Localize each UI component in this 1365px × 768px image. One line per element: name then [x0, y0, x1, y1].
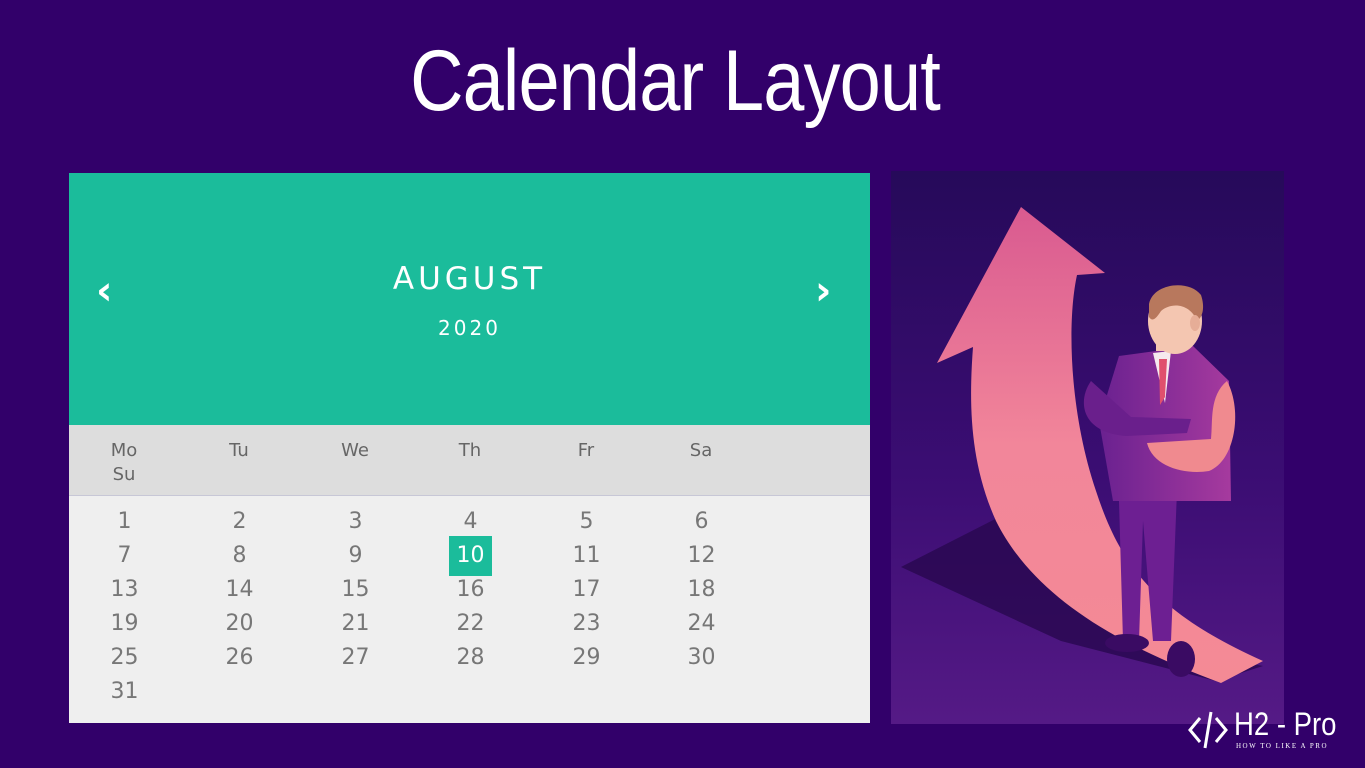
days-grid: 1 2 3 4 5 6 7 8 9 10 11 12 13 14 15 16 1…	[69, 496, 870, 723]
day-cell[interactable]: 29	[565, 638, 608, 678]
weekday-label: We	[341, 440, 369, 461]
weekday-label: Tu	[229, 440, 249, 461]
day-cell[interactable]: 26	[218, 638, 261, 678]
month-name: AUGUST	[392, 261, 547, 297]
chevron-right-icon: ›	[815, 268, 832, 314]
weekday-label: Su	[112, 464, 136, 485]
year-label: 2020	[438, 316, 501, 340]
logo-tagline: HOW TO LIKE A PRO	[1236, 742, 1329, 750]
weekday-label: Sa	[689, 440, 713, 461]
code-brackets-icon	[1188, 711, 1228, 749]
weekday-label: Th	[458, 440, 482, 461]
day-cell[interactable]: 31	[103, 672, 146, 712]
next-month-button[interactable]: ›	[815, 271, 831, 311]
logo-text: H2 - Pro	[1234, 706, 1337, 742]
h2-pro-logo: H2 - Pro HOW TO LIKE A PRO	[1186, 702, 1354, 758]
illustration-graphic	[891, 171, 1284, 724]
day-cell[interactable]: 30	[680, 638, 723, 678]
weekday-header: Mo Tu We Th Fr Sa Su	[69, 425, 870, 496]
day-cell[interactable]: 27	[334, 638, 377, 678]
businessman-arrow-illustration	[891, 171, 1284, 724]
page-title: Calendar Layout	[410, 33, 941, 129]
calendar: ‹ AUGUST 2020 › Mo Tu We Th Fr Sa Su 1 2…	[69, 173, 870, 723]
day-cell[interactable]: 28	[449, 638, 492, 678]
calendar-header: ‹ AUGUST 2020 ›	[69, 173, 870, 425]
weekday-label: Mo	[110, 440, 138, 461]
weekday-label: Fr	[577, 440, 595, 461]
